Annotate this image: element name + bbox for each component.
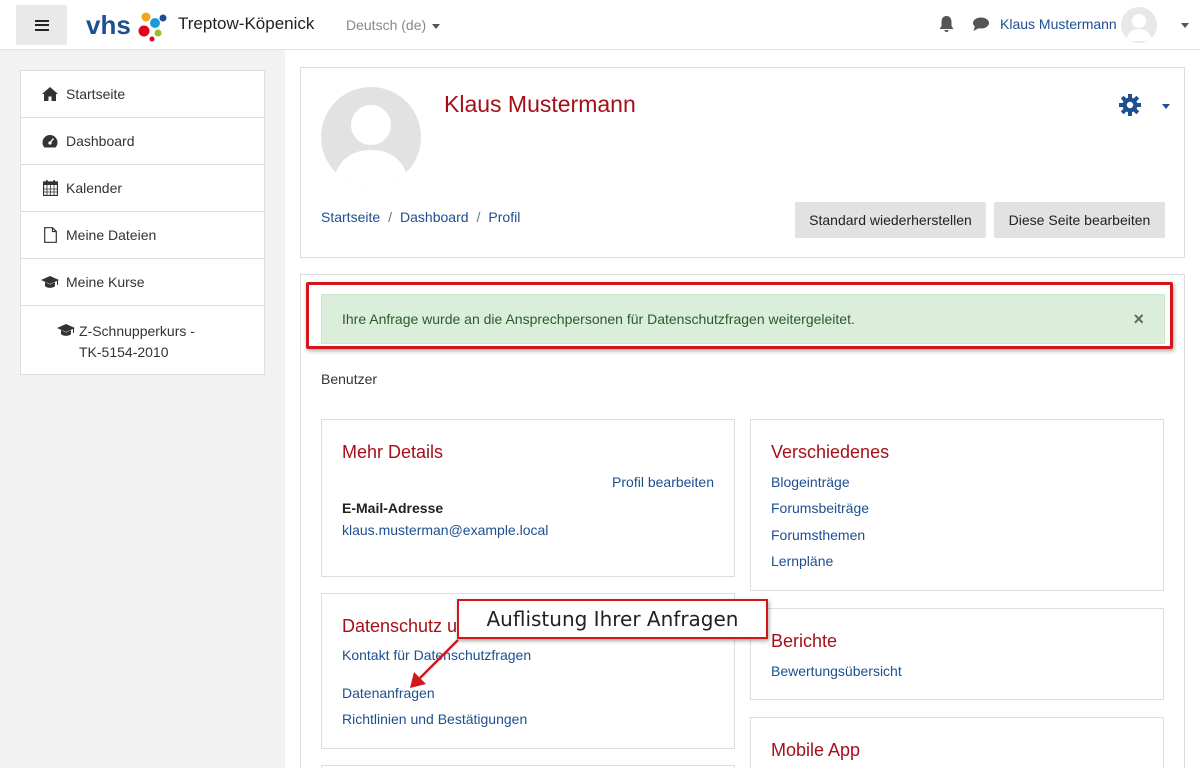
sidebar-item-meine-dateien[interactable]: Meine Dateien bbox=[21, 212, 264, 259]
sidebar-item-dashboard[interactable]: Dashboard bbox=[21, 118, 264, 165]
sidebar-item-startseite[interactable]: Startseite bbox=[21, 71, 264, 118]
language-label: Deutsch (de) bbox=[346, 17, 427, 33]
forum-posts-link[interactable]: Forumsbeiträge bbox=[771, 500, 869, 516]
navbar: vhs Treptow-Köpenick Deutsch (de) Klaus … bbox=[0, 0, 1200, 50]
user-silhouette-icon bbox=[1126, 14, 1152, 41]
policies-link[interactable]: Richtlinien und Bestätigungen bbox=[342, 711, 527, 727]
edit-profile-link[interactable]: Profil bearbeiten bbox=[612, 474, 714, 490]
misc-title: Verschiedenes bbox=[771, 442, 890, 462]
gear-menu-chevron-icon[interactable] bbox=[1162, 104, 1170, 109]
course-line-2: TK-5154-2010 bbox=[79, 344, 169, 360]
home-icon bbox=[41, 86, 59, 102]
forum-topics-link[interactable]: Forumsthemen bbox=[771, 527, 865, 543]
details-title: Mehr Details bbox=[342, 442, 444, 462]
page-title: Klaus Mustermann bbox=[444, 91, 636, 117]
user-menu-name[interactable]: Klaus Mustermann bbox=[1000, 16, 1117, 32]
logo-text: vhs bbox=[86, 10, 131, 40]
email-label: E-Mail-Adresse bbox=[342, 500, 444, 516]
sidebar-item-label: Meine Kurse bbox=[66, 274, 145, 290]
user-menu-chevron-icon[interactable] bbox=[1181, 23, 1189, 28]
misc-box: Verschiedenes Blogeinträge Forumsbeiträg… bbox=[750, 419, 1164, 591]
annotation-callout: Auflistung Ihrer Anfragen bbox=[457, 599, 768, 639]
site-name[interactable]: Treptow-Köpenick bbox=[178, 14, 314, 34]
chevron-down-icon bbox=[432, 23, 441, 29]
profile-picture bbox=[321, 87, 421, 187]
sidebar-item-meine-kurse[interactable]: Meine Kurse bbox=[21, 259, 264, 306]
sidebar-item-label: Meine Dateien bbox=[66, 227, 157, 243]
page-header: Klaus Mustermann Startseite / Dashboard / Pr… bbox=[300, 67, 1185, 258]
graduation-cap-icon bbox=[57, 322, 75, 338]
sidebar-item-label: Dashboard bbox=[66, 133, 135, 149]
learning-plans-link[interactable]: Lernpläne bbox=[771, 553, 833, 569]
menu-toggle-button[interactable] bbox=[16, 5, 67, 45]
grades-overview-link[interactable]: Bewertungsübersicht bbox=[771, 663, 902, 679]
callout-text: Auflistung Ihrer Anfragen bbox=[486, 607, 739, 631]
breadcrumb-profil[interactable]: Profil bbox=[488, 209, 520, 225]
sidebar-item-course[interactable]: Z-Schnupperkurs - TK-5154-2010 bbox=[21, 306, 264, 374]
edit-page-button[interactable]: Diese Seite bearbeiten bbox=[994, 202, 1165, 238]
gear-icon[interactable] bbox=[1119, 94, 1141, 116]
chat-icon[interactable] bbox=[972, 16, 990, 32]
sidebar-nav: Startseite Dashboard Kalender Meine Date… bbox=[20, 70, 265, 375]
email-link[interactable]: klaus.musterman@example.local bbox=[342, 522, 548, 538]
file-icon bbox=[41, 227, 59, 243]
mobile-app-title: Mobile App bbox=[771, 740, 861, 760]
sidebar-item-kalender[interactable]: Kalender bbox=[21, 165, 264, 212]
breadcrumb-startseite[interactable]: Startseite bbox=[321, 209, 380, 225]
section-heading: Benutzer bbox=[321, 371, 378, 387]
calendar-icon bbox=[41, 180, 59, 196]
course-label: Z-Schnupperkurs - TK-5154-2010 bbox=[79, 321, 195, 363]
reports-box: Berichte Bewertungsübersicht bbox=[750, 608, 1164, 700]
avatar[interactable] bbox=[1121, 7, 1157, 43]
language-menu[interactable]: Deutsch (de) bbox=[346, 17, 441, 33]
graduation-cap-icon bbox=[41, 274, 59, 290]
details-box: Mehr Details Profil bearbeiten E-Mail-Ad… bbox=[321, 419, 735, 577]
user-silhouette-icon bbox=[333, 105, 409, 187]
hamburger-icon bbox=[34, 19, 49, 31]
bell-icon[interactable] bbox=[938, 15, 955, 33]
mobile-app-box: Mobile App bbox=[750, 717, 1164, 768]
blog-entries-link[interactable]: Blogeinträge bbox=[771, 474, 850, 490]
reset-page-button[interactable]: Standard wiederherstellen bbox=[795, 202, 986, 238]
sidebar-item-label: Startseite bbox=[66, 86, 126, 102]
course-line-1: Z-Schnupperkurs - bbox=[79, 323, 195, 339]
breadcrumb: Startseite / Dashboard / Profil bbox=[321, 209, 521, 225]
annotation-arrow-icon bbox=[410, 639, 459, 688]
breadcrumb-dashboard[interactable]: Dashboard bbox=[400, 209, 469, 225]
vhs-logo[interactable]: vhs bbox=[86, 9, 172, 43]
sidebar-item-label: Kalender bbox=[66, 180, 123, 196]
annotation-highlight-frame bbox=[306, 282, 1173, 349]
dashboard-icon bbox=[41, 133, 59, 149]
reports-title: Berichte bbox=[771, 631, 838, 651]
